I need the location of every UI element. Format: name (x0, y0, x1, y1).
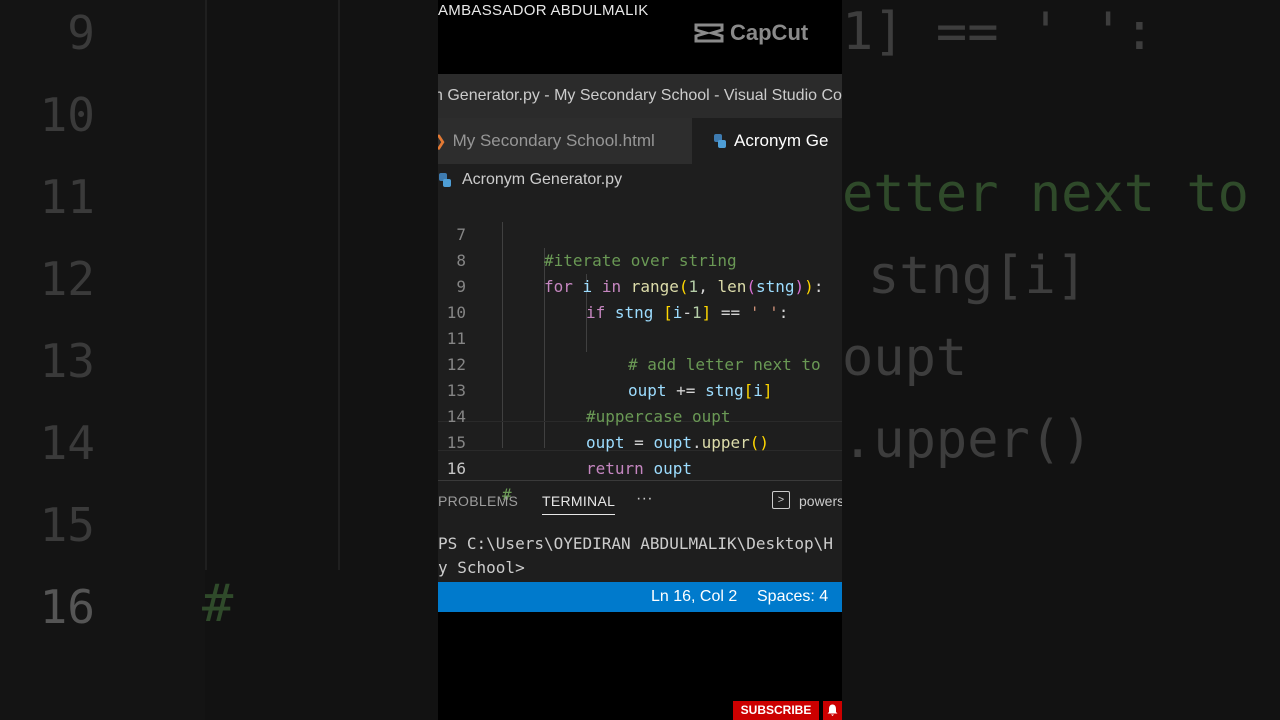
code-text: return oupt (586, 459, 692, 478)
background-code: # (202, 574, 234, 634)
code-line: 7 #iterate over string (438, 196, 842, 270)
cursor-position[interactable]: Ln 16, Col 2 (651, 588, 737, 606)
tab-html-file[interactable]: ❯ My Secondary School.html (438, 118, 692, 164)
breadcrumb[interactable]: Acronym Generator.py (438, 164, 842, 196)
subscribe-button[interactable]: SUBSCRIBE (733, 701, 819, 720)
status-bar: Ln 16, Col 2 Spaces: 4 (438, 582, 842, 612)
vscode-window: n Generator.py - My Secondary School - V… (438, 74, 842, 612)
channel-name: AMBASSADOR ABDULMALIK (438, 2, 649, 19)
code-line: 8 for i in range(1, len(stng)): (438, 222, 842, 296)
terminal-line: y School> (438, 558, 525, 577)
line-number: 16 (446, 459, 466, 478)
terminal-icon: > (772, 491, 790, 509)
background-line-number: 9 (67, 6, 95, 60)
capcut-logo: CapCut (694, 20, 808, 46)
more-actions-icon[interactable]: ··· (636, 490, 653, 508)
background-divider (338, 0, 340, 570)
background-line-number: 10 (39, 88, 95, 142)
code-line: 16 # (438, 430, 842, 504)
video-frame: AMBASSADOR ABDULMALIK CapCut n Generator… (438, 0, 842, 720)
html-chevron-icon: ❯ (438, 132, 447, 150)
background-line-number: 12 (39, 252, 95, 306)
background-divider (205, 0, 207, 570)
background-line-number: 16 (39, 580, 95, 634)
code-line: 15 return oupt (438, 404, 842, 478)
tab-label: My Secondary School.html (452, 131, 655, 150)
python-icon (439, 173, 451, 187)
background-code: etter next to (842, 164, 1249, 224)
shell-name[interactable]: powers (799, 493, 842, 509)
code-line: 10 (438, 274, 842, 322)
background-line-number: 15 (39, 498, 95, 552)
tab-label: Acronym Ge (734, 131, 829, 150)
background-code: oupt (842, 328, 968, 388)
tab-python-file[interactable]: Acronym Ge (692, 118, 842, 164)
tab-problems[interactable]: PROBLEMS (438, 493, 518, 509)
code-line: 9 if stng [i-1] == ' ': (438, 248, 842, 322)
capcut-icon (694, 23, 724, 43)
editor-tabs: ❯ My Secondary School.html Acronym Ge (438, 118, 842, 164)
background-line-number: 14 (39, 416, 95, 470)
breadcrumb-file: Acronym Generator.py (462, 171, 623, 188)
background-code: stng[i] (868, 246, 1088, 306)
python-icon (714, 134, 726, 148)
panel-header: PROBLEMS TERMINAL ··· > powers (438, 480, 842, 521)
capcut-wordmark: CapCut (730, 20, 809, 45)
code-line: 14 oupt = oupt.upper() (438, 378, 842, 452)
bell-icon-shape (827, 704, 838, 716)
indentation-setting[interactable]: Spaces: 4 (757, 588, 828, 606)
terminal-line: PS C:\Users\OYEDIRAN ABDULMALIK\Desktop\… (438, 534, 833, 553)
window-title: n Generator.py - My Secondary School - V… (438, 74, 842, 118)
background-line-number: 13 (39, 334, 95, 388)
code-editor[interactable]: 7 #iterate over string 8 for i in range(… (438, 196, 842, 504)
tab-terminal[interactable]: TERMINAL (542, 493, 616, 515)
code-line: 12 oupt += stng[i] (438, 326, 842, 400)
code-line: 11 # add letter next to (438, 300, 842, 374)
bell-icon[interactable] (823, 701, 842, 720)
background-line-number: 11 (39, 170, 95, 224)
background-code: 1] == ' ': (842, 2, 1156, 62)
background-code: .upper() (842, 410, 1093, 470)
code-line: 13 #uppercase oupt (438, 352, 842, 426)
